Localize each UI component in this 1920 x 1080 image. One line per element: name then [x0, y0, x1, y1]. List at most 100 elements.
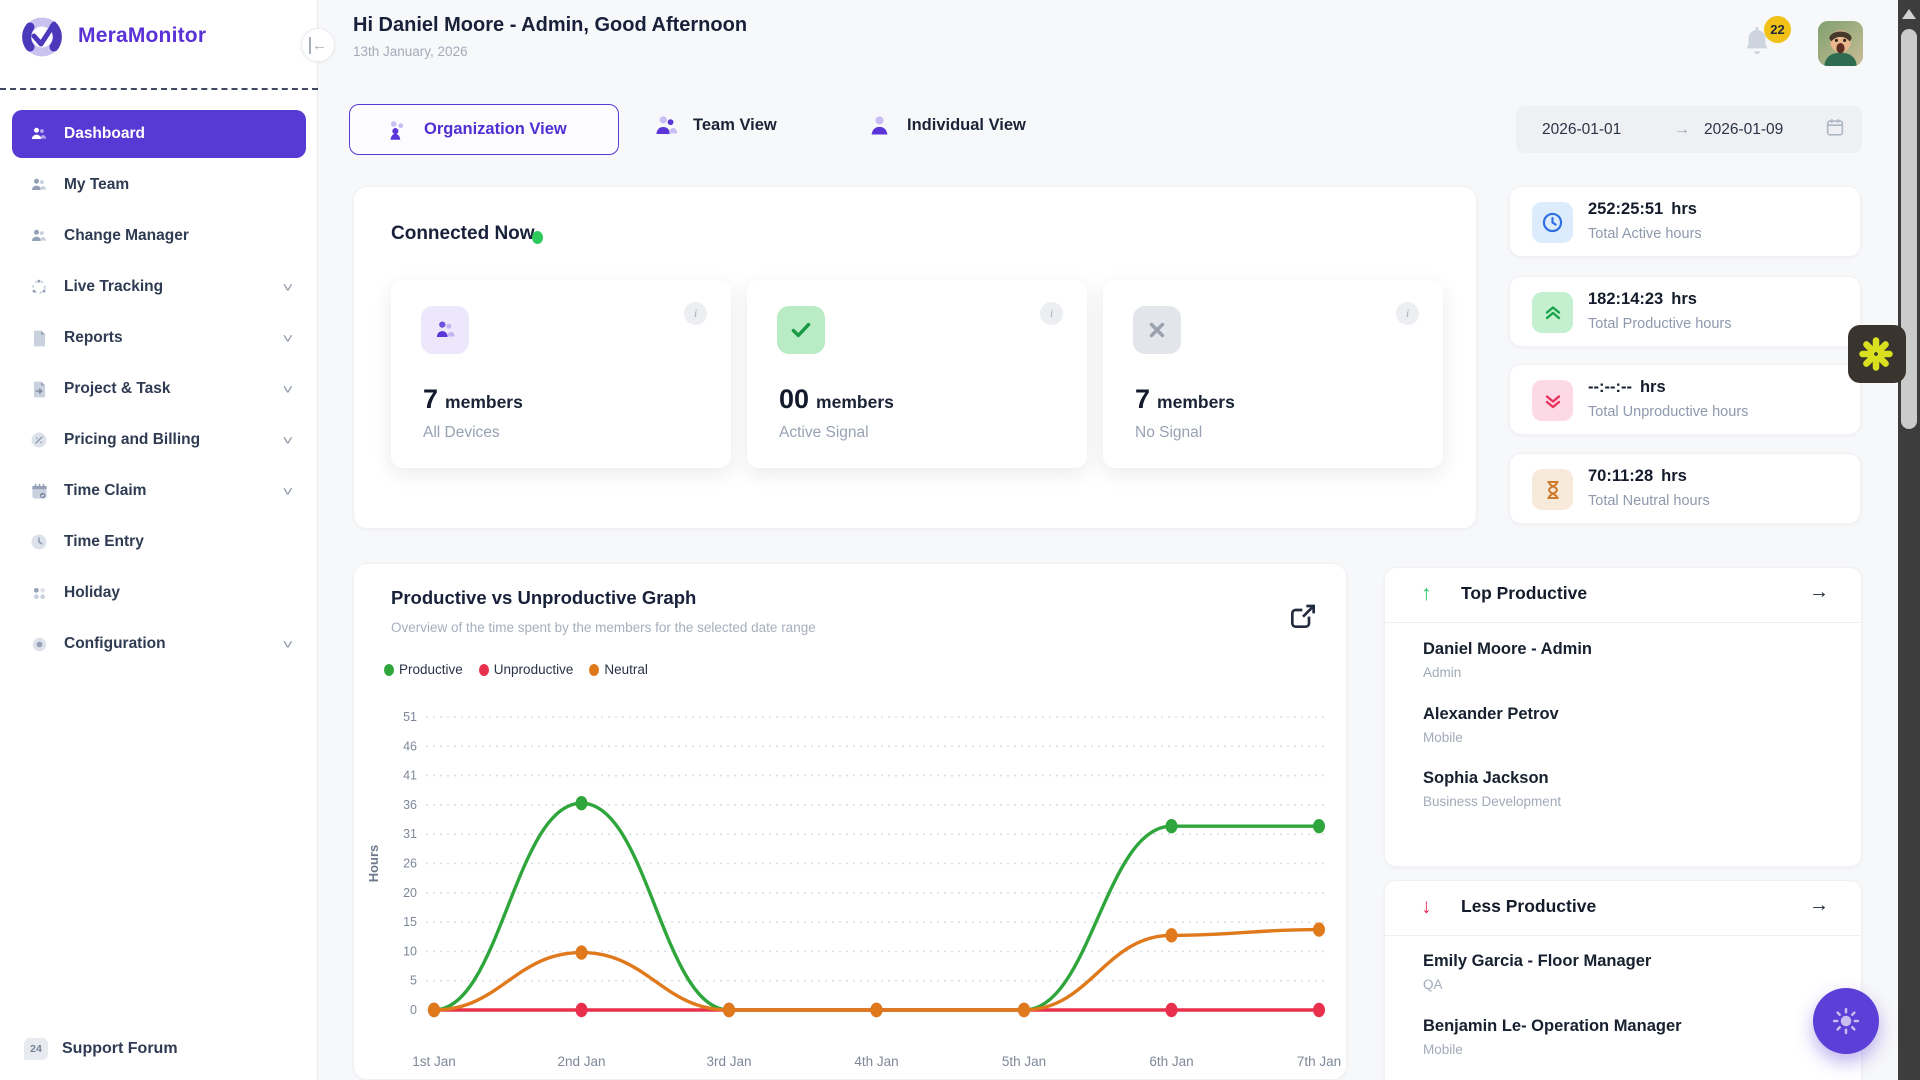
individual-person-icon: [866, 112, 893, 139]
sidebar-item-project-task[interactable]: Project & Task ˅: [12, 365, 306, 413]
calendar-icon[interactable]: [1824, 116, 1846, 143]
floating-action-button[interactable]: [1813, 988, 1879, 1054]
less-productive-title: Less Productive: [1461, 896, 1596, 917]
sun-icon: [1831, 1006, 1861, 1036]
svg-text:15: 15: [403, 915, 417, 929]
dashboard-page: MeraMonitor Dashboard My Team: [0, 0, 1920, 1080]
total-active-hours-card: 252:25:51hrs Total Active hours: [1509, 186, 1861, 257]
member-name: Alexander Petrov: [1423, 705, 1559, 724]
sidebar-item-time-claim[interactable]: Time Claim ˅: [12, 467, 306, 515]
svg-text:41: 41: [403, 769, 417, 783]
gear-dot-icon: [28, 633, 50, 655]
list-item[interactable]: Daniel Moore - Admin Admin: [1423, 640, 1592, 680]
list-item[interactable]: Alexander Petrov Mobile: [1423, 705, 1559, 745]
chevron-down-icon: ˅: [283, 331, 294, 346]
arrow-up-icon: ↑: [1421, 582, 1432, 606]
member-role: Mobile: [1423, 1042, 1682, 1057]
sidebar-item-label: Project & Task: [64, 380, 171, 398]
sidebar-item-label: Dashboard: [64, 125, 145, 143]
member-name: Daniel Moore - Admin: [1423, 640, 1592, 659]
stat-value: --:--:--hrs: [1588, 378, 1666, 397]
sidebar-item-support-forum[interactable]: 24 Support Forum: [24, 1038, 178, 1060]
arrow-right-icon[interactable]: →: [1809, 894, 1829, 917]
member-name: Emily Garcia - Floor Manager: [1423, 952, 1651, 971]
stat-label: Total Productive hours: [1588, 316, 1731, 332]
svg-text:6th Jan: 6th Jan: [1149, 1054, 1193, 1069]
sidebar-item-label: Time Claim: [64, 482, 146, 500]
member-name: Benjamin Le- Operation Manager: [1423, 1017, 1682, 1036]
double-chevron-down-icon: [1532, 380, 1573, 421]
arrow-right-icon[interactable]: →: [1809, 581, 1829, 604]
card-label: Active Signal: [779, 424, 869, 442]
svg-text:26: 26: [403, 857, 417, 871]
header-date: 13th January, 2026: [353, 44, 468, 59]
list-item[interactable]: Benjamin Le- Operation Manager Mobile: [1423, 1017, 1682, 1057]
clock-icon: [28, 531, 50, 553]
sidebar-item-configuration[interactable]: Configuration ˅: [12, 620, 306, 668]
app-logo: MeraMonitor: [18, 12, 206, 60]
info-icon[interactable]: i: [1040, 302, 1063, 325]
member-role: Admin: [1423, 665, 1592, 680]
member-role: Mobile: [1423, 730, 1559, 745]
total-neutral-hours-card: 70:11:28hrs Total Neutral hours: [1509, 453, 1861, 524]
arrow-down-icon: ↓: [1421, 895, 1432, 919]
chart-legend: Productive Unproductive Neutral: [384, 662, 648, 677]
sidebar-item-change-manager[interactable]: Change Manager: [12, 212, 306, 260]
svg-text:5: 5: [410, 974, 417, 988]
hourglass-icon: [1532, 469, 1573, 510]
sidebar-item-time-entry[interactable]: Time Entry: [12, 518, 306, 566]
sidebar-item-pricing-billing[interactable]: Pricing and Billing ˅: [12, 416, 306, 464]
chart-subtitle: Overview of the time spent by the member…: [391, 620, 816, 635]
people-icon: [28, 174, 50, 196]
organization-people-icon: [384, 117, 410, 143]
calendar-check-icon: [28, 480, 50, 502]
page-scrollbar[interactable]: [1898, 0, 1920, 1080]
percent-badge-icon: [28, 429, 50, 451]
sidebar-item-label: Live Tracking: [64, 278, 163, 296]
legend-dot: [589, 664, 599, 676]
svg-text:1st Jan: 1st Jan: [412, 1054, 456, 1069]
info-icon[interactable]: i: [1396, 302, 1419, 325]
side-widget-button[interactable]: [1848, 325, 1906, 383]
meramonitor-logo-icon: [18, 12, 66, 60]
date-range-picker[interactable]: 2026-01-01 → 2026-01-09: [1516, 106, 1862, 153]
sidebar-item-label: Change Manager: [64, 227, 189, 245]
less-productive-card: ↓ Less Productive → Emily Garcia - Floor…: [1384, 880, 1862, 1080]
tab-individual-view[interactable]: Individual View: [866, 112, 1026, 139]
list-item[interactable]: Sophia Jackson Business Development: [1423, 769, 1561, 809]
sidebar-item-my-team[interactable]: My Team: [12, 161, 306, 209]
sidebar-collapse-button[interactable]: ←: [301, 28, 335, 62]
sidebar-item-reports[interactable]: Reports ˅: [12, 314, 306, 362]
stat-label: Total Neutral hours: [1588, 493, 1710, 509]
svg-text:3rd Jan: 3rd Jan: [706, 1054, 751, 1069]
chevron-down-icon: ˅: [283, 280, 294, 295]
tab-label: Team View: [693, 116, 777, 135]
sidebar-item-live-tracking[interactable]: Live Tracking ˅: [12, 263, 306, 311]
sidebar-nav: Dashboard My Team Change Manager: [12, 110, 306, 671]
line-chart: 051015202631364146511st Jan2nd Jan3rd Ja…: [362, 692, 1347, 1072]
x-icon: [1133, 306, 1181, 354]
all-devices-card[interactable]: i 7members All Devices: [391, 280, 731, 468]
external-link-icon[interactable]: [1287, 600, 1319, 632]
member-name: Sophia Jackson: [1423, 769, 1561, 788]
list-item[interactable]: Emily Garcia - Floor Manager QA: [1423, 952, 1651, 992]
less-productive-header: ↓ Less Productive →: [1385, 881, 1861, 936]
no-signal-card[interactable]: i 7members No Signal: [1103, 280, 1443, 468]
sidebar-item-dashboard[interactable]: Dashboard: [12, 110, 306, 158]
sidebar-item-holiday[interactable]: Holiday: [12, 569, 306, 617]
svg-text:5th Jan: 5th Jan: [1002, 1054, 1046, 1069]
date-range-end[interactable]: 2026-01-09: [1704, 121, 1822, 139]
tab-label: Organization View: [424, 120, 567, 139]
tab-organization-view[interactable]: Organization View: [349, 104, 619, 155]
svg-text:20: 20: [403, 886, 417, 900]
sidebar-item-label: Reports: [64, 329, 123, 347]
user-avatar[interactable]: [1818, 21, 1863, 66]
date-range-start[interactable]: 2026-01-01: [1542, 121, 1660, 139]
people-icon: [28, 225, 50, 247]
productive-vs-unproductive-chart-card: Productive vs Unproductive Graph Overvie…: [353, 563, 1347, 1080]
tab-team-view[interactable]: Team View: [652, 112, 777, 139]
active-signal-card[interactable]: i 00members Active Signal: [747, 280, 1087, 468]
scrollbar-up-arrow-icon[interactable]: [1902, 9, 1916, 19]
info-icon[interactable]: i: [684, 302, 707, 325]
notification-count-badge[interactable]: 22: [1764, 16, 1791, 43]
